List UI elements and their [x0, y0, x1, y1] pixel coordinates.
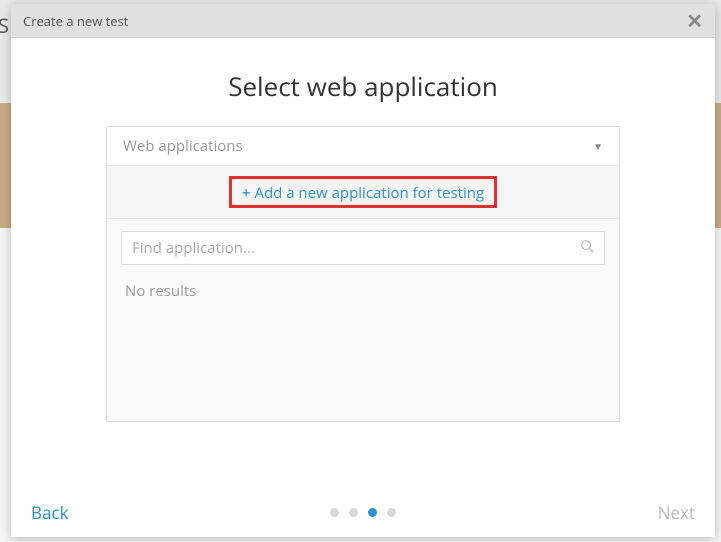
- step-dot-2: [349, 508, 358, 517]
- modal-footer: Back Next: [11, 487, 715, 537]
- search-icon: [580, 239, 594, 258]
- page-title: Select web application: [228, 68, 498, 104]
- back-button[interactable]: Back: [31, 501, 69, 524]
- modal-title: Create a new test: [23, 12, 128, 30]
- highlight-box: +Add a new application for testing: [229, 176, 497, 208]
- add-application-link[interactable]: +Add a new application for testing: [242, 183, 484, 203]
- step-indicator: [330, 508, 396, 517]
- results-area: No results: [107, 277, 619, 421]
- create-test-modal: Create a new test ✕ Select web applicati…: [11, 4, 715, 537]
- add-application-row: +Add a new application for testing: [107, 165, 619, 219]
- modal-header: Create a new test ✕: [11, 4, 715, 38]
- add-application-label: Add a new application for testing: [254, 183, 484, 203]
- step-dot-4: [387, 508, 396, 517]
- close-icon[interactable]: ✕: [686, 11, 703, 31]
- no-results-text: No results: [125, 281, 196, 301]
- plus-icon: +: [242, 183, 251, 203]
- dropdown-toggle[interactable]: Web applications ▼: [107, 127, 619, 165]
- caret-down-icon: ▼: [593, 139, 603, 153]
- next-button[interactable]: Next: [658, 501, 695, 524]
- search-area: [107, 219, 619, 277]
- application-select: Web applications ▼ +Add a new applicatio…: [106, 126, 620, 422]
- modal-body: Select web application Web applications …: [11, 38, 715, 487]
- dropdown-label: Web applications: [123, 136, 243, 156]
- step-dot-3: [368, 508, 377, 517]
- search-input[interactable]: [132, 238, 580, 258]
- search-input-wrap: [121, 231, 605, 265]
- step-dot-1: [330, 508, 339, 517]
